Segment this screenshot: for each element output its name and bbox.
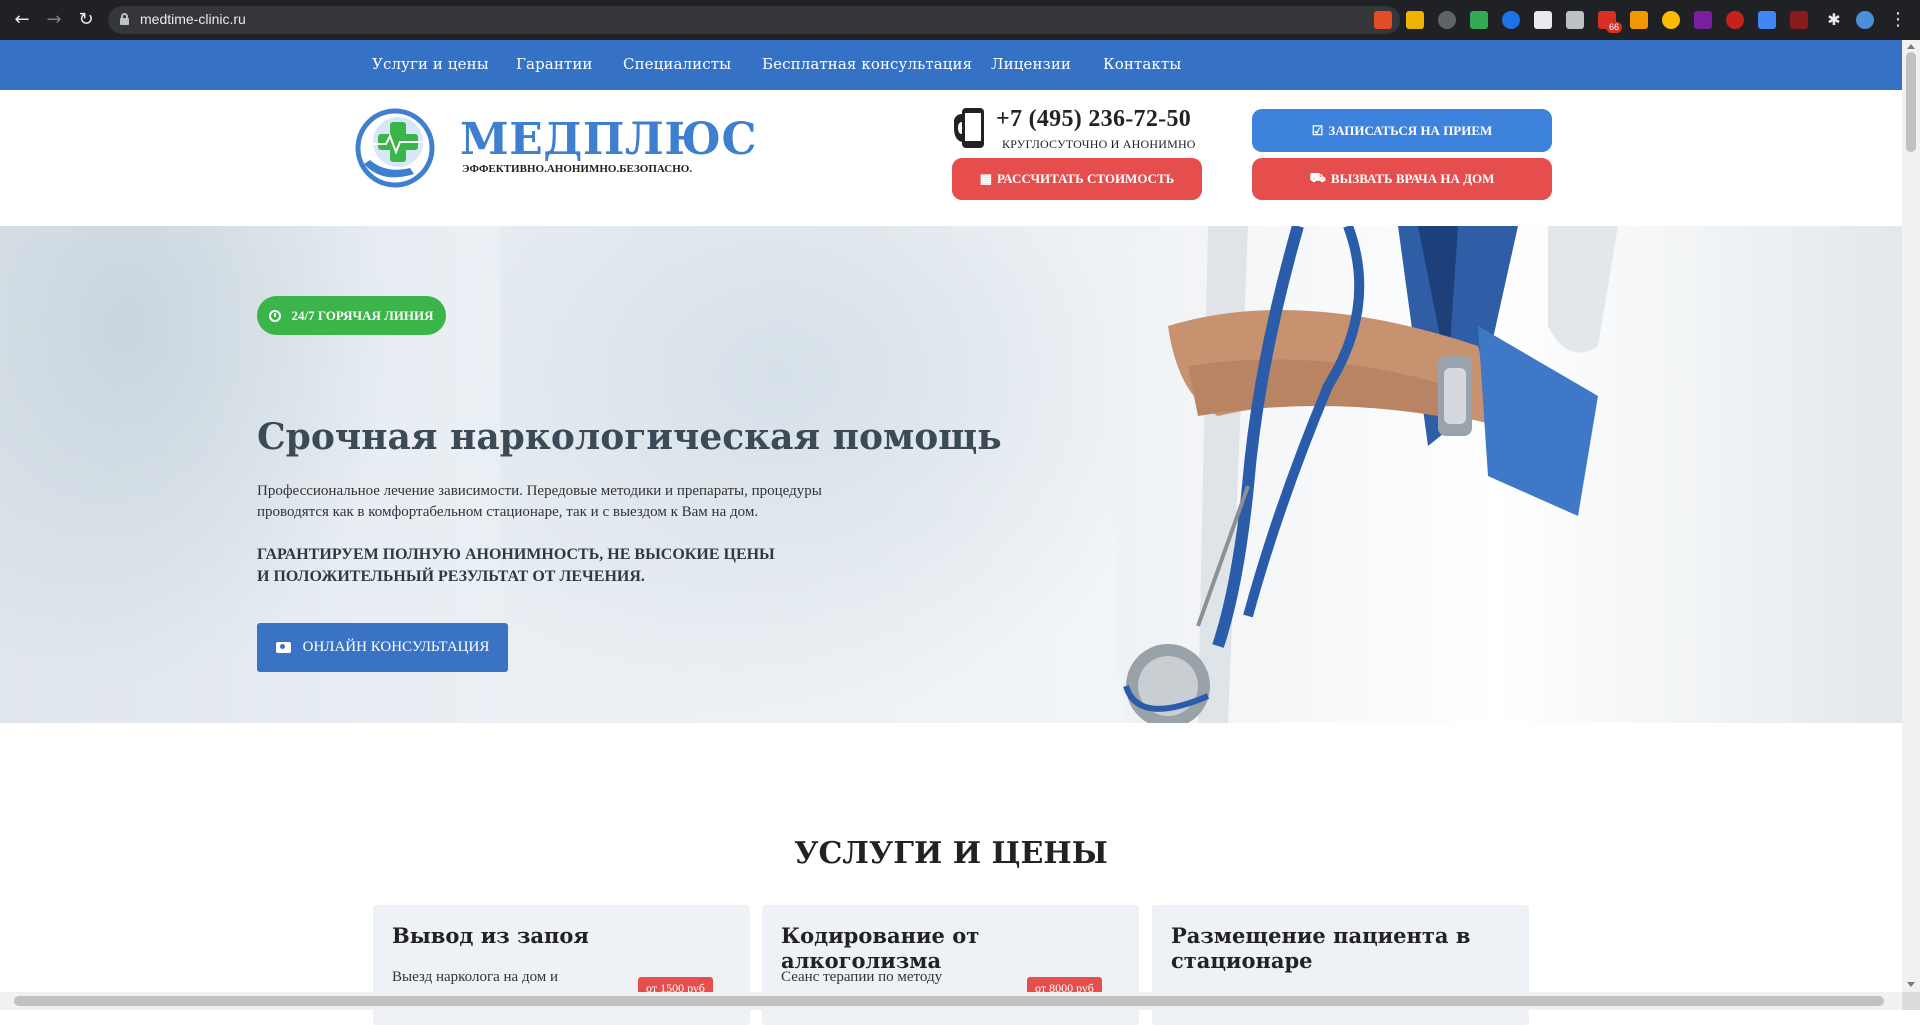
hero-title: Срочная наркологическая помощь: [257, 416, 1002, 458]
hero-guarantee: ГАРАНТИРУЕМ ПОЛНУЮ АНОНИМНОСТЬ, НЕ ВЫСОК…: [257, 544, 775, 588]
hero-description-line: Профессиональное лечение зависимости. Пе…: [257, 483, 822, 499]
extension-icon[interactable]: [1470, 11, 1488, 29]
phone-subtitle: КРУГЛОСУТОЧНО И АНОНИМНО: [1002, 137, 1196, 151]
extension-icon[interactable]: [1726, 11, 1744, 29]
vertical-scrollbar[interactable]: [1902, 40, 1920, 992]
back-arrow-icon[interactable]: ←: [10, 8, 34, 32]
extension-icon[interactable]: [1406, 11, 1424, 29]
service-card-title-line: Размещение пациента в: [1171, 923, 1471, 948]
home-doctor-button[interactable]: ⛟ ВЫЗВАТЬ ВРАЧА НА ДОМ: [1252, 158, 1552, 200]
nav-item-contacts[interactable]: Контакты: [1103, 55, 1181, 73]
logo-subtitle: ЭФФЕКТИВНО.АНОНИМНО.БЕЗОПАСНО.: [462, 163, 693, 175]
service-card-desc: Сеанс терапии по методу: [781, 969, 943, 985]
horizontal-scroll-thumb[interactable]: [14, 996, 1884, 1006]
service-card-title: Кодирование от алкоголизма: [781, 923, 980, 973]
extension-icon[interactable]: [1566, 11, 1584, 29]
hero-description: Профессиональное лечение зависимости. Пе…: [257, 481, 957, 523]
site-navbar: Услуги и цены Гарантии Специалисты Беспл…: [0, 40, 1902, 90]
puzzle-extensions-icon[interactable]: ✱: [1822, 8, 1846, 32]
hero-guarantee-line: И ПОЛОЖИТЕЛЬНЫЙ РЕЗУЛЬТАТ ОТ ЛЕЧЕНИЯ.: [257, 568, 645, 585]
extension-icon[interactable]: [1694, 11, 1712, 29]
services-title: УСЛУГИ И ЦЕНЫ: [794, 836, 1108, 871]
nav-item-licenses[interactable]: Лицензии: [991, 55, 1071, 73]
hero-guarantee-line: ГАРАНТИРУЕМ ПОЛНУЮ АНОНИМНОСТЬ, НЕ ВЫСОК…: [257, 546, 775, 563]
extension-icon[interactable]: [1534, 11, 1552, 29]
clock-icon: [269, 309, 282, 322]
hero-description-line: проводятся как в комфортабельном стацион…: [257, 504, 759, 520]
phone-icon: [954, 108, 984, 148]
appointment-label: ЗАПИСАТЬСЯ НА ПРИЕМ: [1328, 122, 1493, 138]
reload-icon[interactable]: ↻: [74, 8, 98, 32]
lock-icon: [120, 13, 129, 25]
hotline-label: 24/7 ГОРЯЧАЯ ЛИНИЯ: [291, 307, 434, 323]
nav-item-services[interactable]: Услуги и цены: [372, 55, 489, 73]
forward-arrow-icon[interactable]: →: [42, 8, 66, 32]
camera-icon: [275, 642, 291, 653]
extension-icon[interactable]: [1758, 11, 1776, 29]
service-card-title: Вывод из запоя: [392, 923, 589, 948]
profile-avatar[interactable]: [1856, 11, 1874, 29]
hotline-badge[interactable]: 24/7 ГОРЯЧАЯ ЛИНИЯ: [257, 296, 446, 335]
address-bar[interactable]: medtime-clinic.ru ☆: [108, 6, 1400, 34]
browser-toolbar: ← → ↻ medtime-clinic.ru ☆ 66 ✱ ⋮: [0, 0, 1920, 40]
calculate-cost-button[interactable]: ▦ РАССЧИТАТЬ СТОИМОСТЬ: [952, 158, 1202, 200]
extension-icon[interactable]: [1630, 11, 1648, 29]
extension-icon[interactable]: [1662, 11, 1680, 29]
extension-icon[interactable]: [1790, 11, 1808, 29]
nav-item-free-consultation[interactable]: Бесплатная консультация: [762, 55, 972, 73]
online-consultation-button[interactable]: ОНЛАЙН КОНСУЛЬТАЦИЯ: [257, 623, 508, 672]
scroll-up-arrow-icon[interactable]: [1907, 44, 1915, 49]
hero-section: 24/7 ГОРЯЧАЯ ЛИНИЯ Срочная наркологическ…: [0, 226, 1902, 723]
checkbox-icon: ☑: [1311, 122, 1324, 138]
nav-item-specialists[interactable]: Специалисты: [623, 55, 731, 73]
logo-title[interactable]: МЕДПЛЮС: [460, 114, 757, 165]
calculator-icon: ▦: [979, 171, 993, 186]
address-bar-url[interactable]: medtime-clinic.ru: [140, 11, 246, 27]
vertical-scroll-thumb[interactable]: [1906, 52, 1916, 152]
calculate-cost-label: РАССЧИТАТЬ СТОИМОСТЬ: [997, 171, 1175, 186]
logo-icon[interactable]: [352, 108, 438, 190]
phone-number[interactable]: +7 (495) 236-72-50: [996, 106, 1191, 133]
nav-item-guarantees[interactable]: Гарантии: [516, 55, 593, 73]
service-card-title-line: стационаре: [1171, 948, 1313, 973]
doctor-image: [1098, 226, 1902, 723]
home-doctor-label: ВЫЗВАТЬ ВРАЧА НА ДОМ: [1330, 171, 1495, 186]
extension-badge: 66: [1606, 22, 1623, 33]
online-consultation-label: ОНЛАЙН КОНСУЛЬТАЦИЯ: [302, 639, 490, 655]
extension-icon[interactable]: [1502, 11, 1520, 29]
horizontal-scrollbar[interactable]: [0, 992, 1902, 1010]
service-card-title: Размещение пациента в стационаре: [1171, 923, 1470, 973]
appointment-button[interactable]: ☑ ЗАПИСАТЬСЯ НА ПРИЕМ: [1252, 109, 1552, 152]
menu-kebab-icon[interactable]: ⋮: [1886, 8, 1910, 32]
extension-icon[interactable]: [1438, 11, 1456, 29]
extension-icon[interactable]: [1374, 11, 1392, 29]
ambulance-icon: ⛟: [1309, 170, 1326, 185]
scroll-down-arrow-icon[interactable]: [1907, 982, 1915, 987]
service-card-desc: Выезд нарколога на дом и: [392, 969, 559, 985]
